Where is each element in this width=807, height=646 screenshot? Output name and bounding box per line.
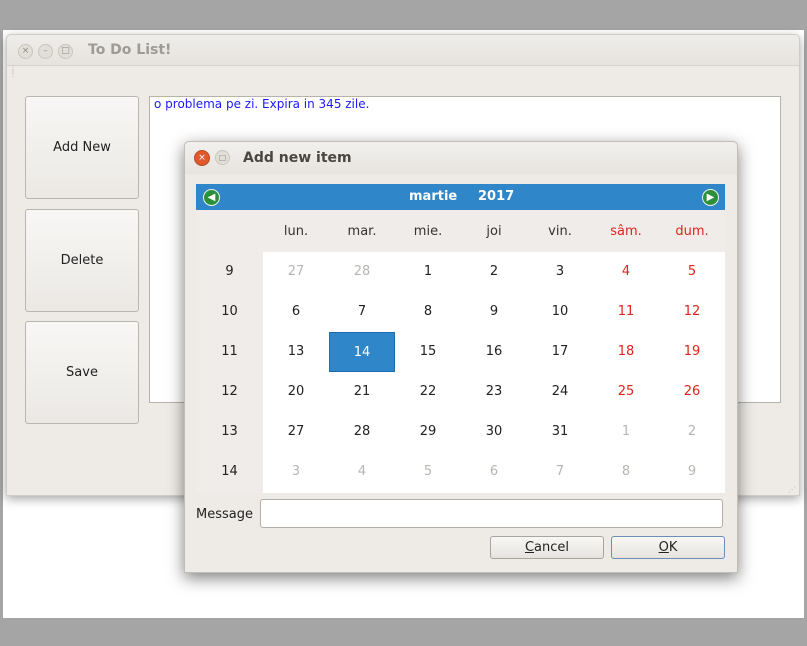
minimize-icon[interactable]: – — [38, 44, 53, 59]
save-button[interactable]: Save — [25, 321, 139, 424]
calendar-day[interactable]: 29 — [395, 412, 461, 452]
calendar-day[interactable]: 4 — [329, 452, 395, 492]
calendar-day[interactable]: 10 — [527, 292, 593, 332]
calendar-day[interactable]: 28 — [329, 252, 395, 292]
calendar-day[interactable]: 24 — [527, 372, 593, 412]
weekday-header-row: lun. mar. mie. joi vin. sâm. dum. — [196, 210, 725, 252]
calendar-day[interactable]: 15 — [395, 332, 461, 372]
weekday-header: vin. — [548, 224, 572, 239]
calendar-day[interactable]: 8 — [593, 452, 659, 492]
calendar-day[interactable]: 8 — [395, 292, 461, 332]
week-number: 11 — [221, 344, 238, 359]
save-label: Save — [66, 365, 98, 380]
delete-label: Delete — [60, 253, 104, 268]
week-number: 12 — [221, 384, 238, 399]
ok-button[interactable]: OK — [611, 536, 725, 559]
weekday-header: sâm. — [610, 224, 642, 239]
weekday-header: joi — [486, 224, 502, 239]
cancel-label: ancel — [534, 540, 570, 555]
calendar-day[interactable]: 9 — [461, 292, 527, 332]
calendar-day[interactable]: 25 — [593, 372, 659, 412]
calendar-day[interactable]: 12 — [659, 292, 725, 332]
weekday-header: mie. — [413, 224, 443, 239]
calendar-day[interactable]: 30 — [461, 412, 527, 452]
calendar: ◀ martie 2017 ▶ lun. mar. mie. joi vin. … — [196, 184, 725, 493]
cancel-mnemonic: C — [524, 540, 535, 555]
weekday-header: mar. — [347, 224, 377, 239]
calendar-day[interactable]: 11 — [593, 292, 659, 332]
main-titlebar: × – □ To Do List! — [7, 35, 799, 66]
calendar-day[interactable]: 27 — [263, 252, 329, 292]
week-number: 9 — [225, 264, 234, 279]
list-item[interactable]: o problema pe zi. Expira in 345 zile. — [154, 97, 369, 111]
weekday-header: lun. — [283, 224, 309, 239]
dialog-titlebar: × □ Add new item — [185, 142, 737, 174]
weekday-header: dum. — [675, 224, 709, 239]
month-selector[interactable]: martie — [409, 189, 457, 204]
calendar-day[interactable]: 26 — [659, 372, 725, 412]
add-item-dialog: × □ Add new item ◀ martie 2017 ▶ lun. ma… — [184, 141, 738, 573]
calendar-day[interactable]: 6 — [461, 452, 527, 492]
calendar-day[interactable]: 23 — [461, 372, 527, 412]
calendar-day-selected[interactable]: 14 — [329, 332, 395, 372]
ok-mnemonic: O — [658, 540, 669, 555]
calendar-day[interactable]: 18 — [593, 332, 659, 372]
calendar-day[interactable]: 4 — [593, 252, 659, 292]
resize-grip-icon[interactable]: ⋰ — [788, 486, 796, 494]
calendar-day[interactable]: 1 — [395, 252, 461, 292]
calendar-day[interactable]: 19 — [659, 332, 725, 372]
ok-label: K — [668, 540, 678, 555]
calendar-day[interactable]: 6 — [263, 292, 329, 332]
next-month-icon[interactable]: ▶ — [702, 189, 719, 206]
calendar-day[interactable]: 22 — [395, 372, 461, 412]
week-number: 10 — [221, 304, 238, 319]
close-icon[interactable]: × — [18, 44, 33, 59]
calendar-day[interactable]: 3 — [527, 252, 593, 292]
calendar-day[interactable]: 31 — [527, 412, 593, 452]
calendar-day[interactable]: 27 — [263, 412, 329, 452]
window-title: To Do List! — [88, 42, 172, 58]
message-label: Message — [196, 507, 253, 522]
calendar-day[interactable]: 5 — [395, 452, 461, 492]
cancel-button[interactable]: Cancel — [490, 536, 604, 559]
calendar-day[interactable]: 20 — [263, 372, 329, 412]
calendar-day[interactable]: 17 — [527, 332, 593, 372]
calendar-day[interactable]: 7 — [527, 452, 593, 492]
delete-button[interactable]: Delete — [25, 209, 139, 312]
week-number: 13 — [221, 424, 238, 439]
calendar-day[interactable]: 9 — [659, 452, 725, 492]
add-new-label: Add New — [53, 140, 111, 155]
calendar-day[interactable]: 2 — [461, 252, 527, 292]
calendar-day[interactable]: 2 — [659, 412, 725, 452]
calendar-day[interactable]: 13 — [263, 332, 329, 372]
calendar-day[interactable]: 7 — [329, 292, 395, 332]
close-icon[interactable]: × — [194, 150, 210, 166]
calendar-day[interactable]: 5 — [659, 252, 725, 292]
dialog-title: Add new item — [243, 150, 352, 166]
year-selector[interactable]: 2017 — [478, 189, 514, 204]
add-new-button[interactable]: Add New — [25, 96, 139, 199]
week-number: 14 — [221, 464, 238, 479]
prev-month-icon[interactable]: ◀ — [203, 189, 220, 206]
calendar-day[interactable]: 28 — [329, 412, 395, 452]
calendar-day[interactable]: 21 — [329, 372, 395, 412]
calendar-day[interactable]: 1 — [593, 412, 659, 452]
message-input[interactable] — [260, 499, 723, 528]
toolbar-grip-icon: ⋮ ⋮ — [9, 65, 17, 78]
maximize-icon[interactable]: □ — [215, 150, 230, 165]
calendar-nav-bar: ◀ martie 2017 ▶ — [196, 184, 725, 210]
maximize-icon[interactable]: □ — [58, 44, 73, 59]
calendar-day[interactable]: 3 — [263, 452, 329, 492]
calendar-day[interactable]: 16 — [461, 332, 527, 372]
